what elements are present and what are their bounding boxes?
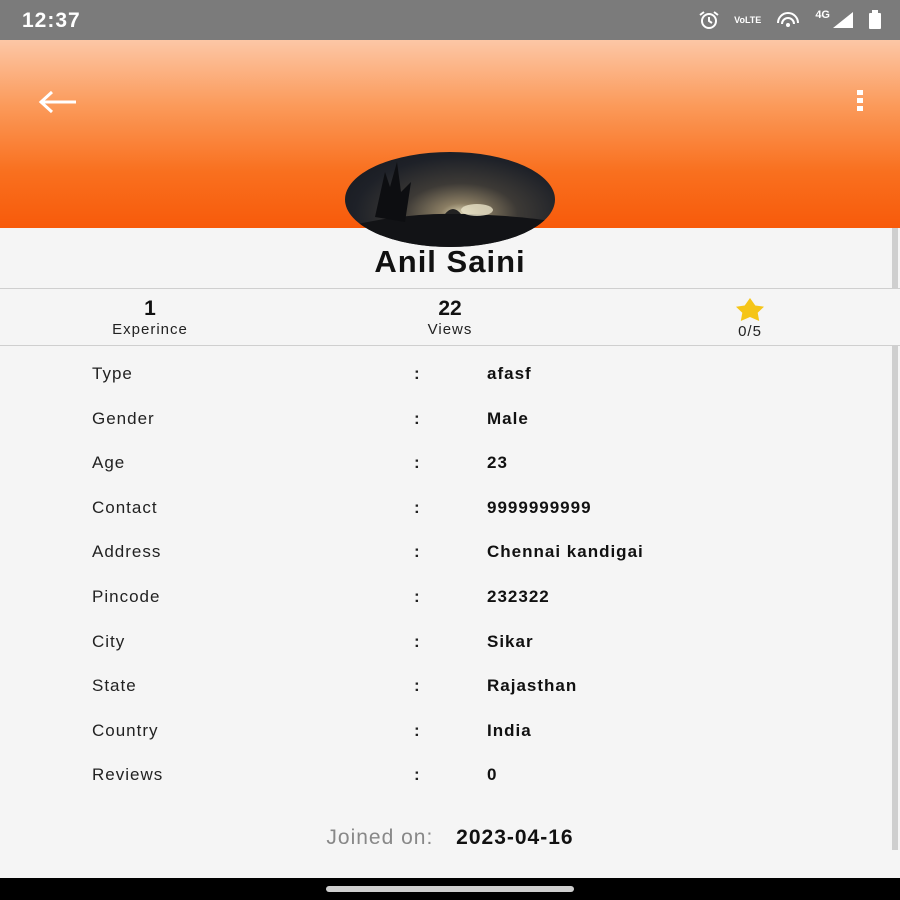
detail-separator: : [414, 676, 420, 696]
back-button[interactable] [36, 90, 80, 114]
4g-signal-icon: 4G [815, 9, 854, 29]
detail-row-reviews: Reviews : 0 [0, 763, 900, 808]
detail-separator: : [414, 765, 420, 785]
arrow-left-icon [38, 90, 76, 114]
detail-separator: : [414, 453, 420, 473]
detail-row-country: Country : India [0, 719, 900, 764]
battery-icon [868, 10, 882, 30]
detail-separator: : [414, 631, 420, 651]
detail-label: Type [92, 364, 133, 383]
status-bar: 12:37 VoLTE 4G [0, 0, 900, 40]
detail-value: India [487, 720, 532, 740]
stat-experience: 1 Experince [80, 297, 220, 338]
detail-label: Reviews [92, 765, 164, 785]
detail-value: 232322 [487, 586, 550, 606]
experience-label: Experince [112, 321, 188, 338]
detail-label: Country [92, 720, 159, 740]
avatar-image [345, 162, 555, 247]
experience-value: 1 [144, 297, 156, 320]
details-list: Type : afasf Gender : Male Age : 23 Cont… [0, 362, 900, 808]
more-vertical-icon [857, 90, 863, 111]
detail-row-state: State : Rajasthan [0, 674, 900, 719]
profile-name: Anil Saini [374, 244, 526, 279]
navigation-bar [0, 878, 900, 900]
detail-row-gender: Gender : Male [0, 407, 900, 452]
stats-bar: 1 Experince 22 Views 0/5 [0, 288, 900, 346]
detail-separator: : [414, 408, 420, 428]
detail-separator: : [414, 586, 420, 606]
detail-value: 9999999999 [487, 497, 592, 517]
detail-value: Sikar [487, 631, 534, 651]
detail-separator: : [414, 542, 420, 562]
detail-label: State [92, 676, 137, 696]
status-icons: VoLTE 4G [698, 9, 882, 30]
detail-row-contact: Contact : 9999999999 [0, 496, 900, 541]
detail-value: afasf [487, 364, 532, 383]
star-icon [736, 298, 764, 321]
detail-value: Rajasthan [487, 676, 578, 696]
volte-label: VoLTE [734, 14, 762, 25]
hotspot-icon [775, 11, 801, 29]
detail-label: Pincode [92, 586, 161, 606]
rating-label: 0/5 [738, 323, 762, 340]
network-label: 4G [815, 9, 830, 21]
alarm-icon [698, 10, 720, 30]
home-gesture-handle[interactable] [326, 886, 574, 892]
stat-rating[interactable]: 0/5 [680, 297, 820, 340]
status-time: 12:37 [22, 9, 81, 32]
detail-label: Age [92, 453, 126, 473]
detail-row-type: Type : afasf [0, 362, 900, 407]
stat-views: 22 Views [380, 297, 520, 338]
detail-label: Contact [92, 497, 158, 517]
detail-row-age: Age : 23 [0, 451, 900, 496]
detail-row-city: City : Sikar [0, 630, 900, 675]
detail-label: Gender [92, 408, 155, 428]
joined-info: Joined on: 2023-04-16 [0, 826, 900, 850]
volte-icon: VoLTE [734, 14, 762, 25]
views-label: Views [427, 321, 473, 338]
detail-row-address: Address : Chennai kandigai [0, 540, 900, 585]
overflow-menu-button[interactable] [850, 88, 870, 114]
detail-value: 0 [487, 765, 498, 785]
detail-row-pincode: Pincode : 232322 [0, 585, 900, 630]
detail-value: 23 [487, 453, 508, 473]
detail-separator: : [414, 497, 420, 517]
detail-separator: : [414, 364, 420, 383]
detail-value: Male [487, 408, 529, 428]
detail-label: City [92, 631, 126, 651]
views-value: 22 [438, 297, 462, 320]
detail-separator: : [414, 720, 420, 740]
detail-label: Address [92, 542, 162, 562]
joined-label: Joined on: [326, 826, 434, 849]
detail-value: Chennai kandigai [487, 542, 644, 562]
joined-date: 2023-04-16 [456, 826, 574, 849]
profile-avatar[interactable] [345, 152, 555, 247]
